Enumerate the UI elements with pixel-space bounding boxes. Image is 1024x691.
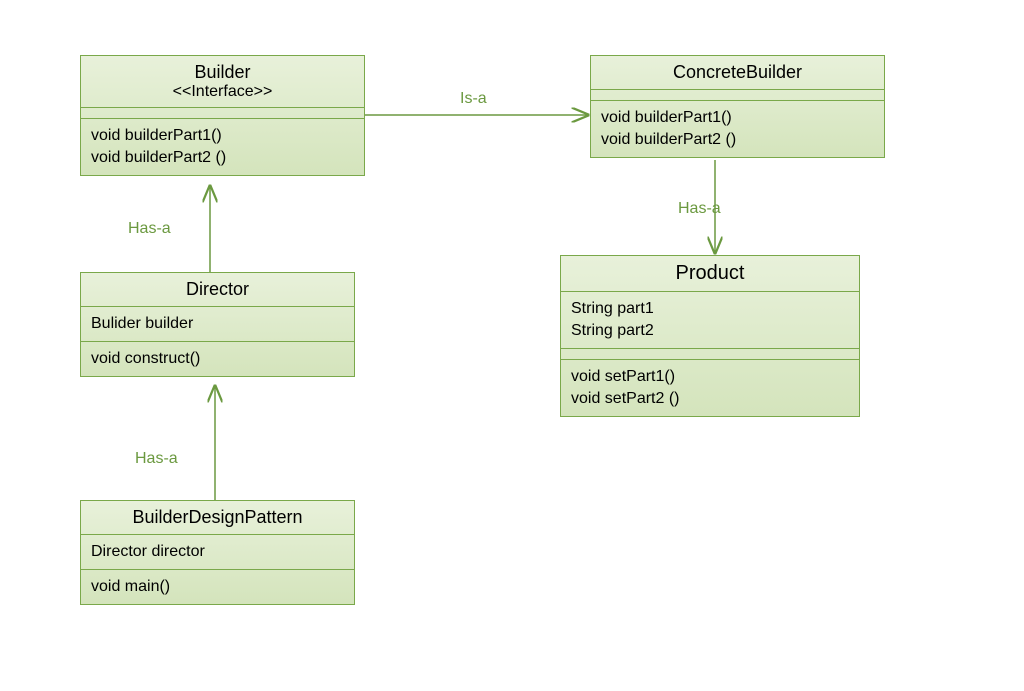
class-director-name: Director [186, 279, 249, 299]
class-bdp-attribute-line: Director director [91, 541, 344, 563]
class-concrete-builder-name: ConcreteBuilder [673, 62, 802, 82]
class-bdp-methods: void main() [81, 570, 354, 604]
edge-label-has-a-builder-director: Has-a [128, 220, 171, 238]
class-director-title: Director [81, 273, 354, 307]
class-product-methods: void setPart1() void setPart2 () [561, 360, 859, 416]
edge-label-has-a-director-bdp: Has-a [135, 450, 178, 468]
class-product-method-line: void setPart2 () [571, 388, 849, 410]
class-builder-methods: void builderPart1() void builderPart2 () [81, 119, 364, 175]
class-builder: Builder <<Interface>> void builderPart1(… [80, 55, 365, 176]
class-product-attributes: String part1 String part2 [561, 292, 859, 349]
class-bdp-title: BuilderDesignPattern [81, 501, 354, 535]
class-bdp-method-line: void main() [91, 576, 344, 598]
class-builder-design-pattern: BuilderDesignPattern Director director v… [80, 500, 355, 605]
class-director-attribute-line: Bulider builder [91, 313, 344, 335]
class-director-method-line: void construct() [91, 348, 344, 370]
class-concrete-builder: ConcreteBuilder void builderPart1() void… [590, 55, 885, 158]
class-concrete-builder-methods: void builderPart1() void builderPart2 () [591, 101, 884, 157]
class-builder-empty-section [81, 108, 364, 119]
class-product: Product String part1 String part2 void s… [560, 255, 860, 417]
class-builder-method-line: void builderPart1() [91, 125, 354, 147]
class-concrete-builder-method-line: void builderPart1() [601, 107, 874, 129]
class-concrete-builder-method-line: void builderPart2 () [601, 129, 874, 151]
class-product-attribute-line: String part1 [571, 298, 849, 320]
class-director-methods: void construct() [81, 342, 354, 376]
edge-label-is-a: Is-a [460, 90, 487, 108]
class-product-method-line: void setPart1() [571, 366, 849, 388]
class-concrete-builder-title: ConcreteBuilder [591, 56, 884, 90]
class-builder-name: Builder [194, 62, 250, 82]
class-director: Director Bulider builder void construct(… [80, 272, 355, 377]
class-product-attribute-line: String part2 [571, 320, 849, 342]
class-product-title: Product [561, 256, 859, 292]
class-builder-method-line: void builderPart2 () [91, 147, 354, 169]
class-bdp-attributes: Director director [81, 535, 354, 570]
class-builder-title: Builder <<Interface>> [81, 56, 364, 108]
uml-diagram: Builder <<Interface>> void builderPart1(… [0, 0, 1024, 691]
class-director-attributes: Bulider builder [81, 307, 354, 342]
class-bdp-name: BuilderDesignPattern [132, 507, 302, 527]
class-builder-stereotype: <<Interface>> [86, 83, 359, 101]
class-product-name: Product [676, 262, 745, 284]
class-concrete-builder-empty-section [591, 90, 884, 101]
class-product-empty-section [561, 349, 859, 360]
edge-label-has-a-concrete-product: Has-a [678, 200, 721, 218]
